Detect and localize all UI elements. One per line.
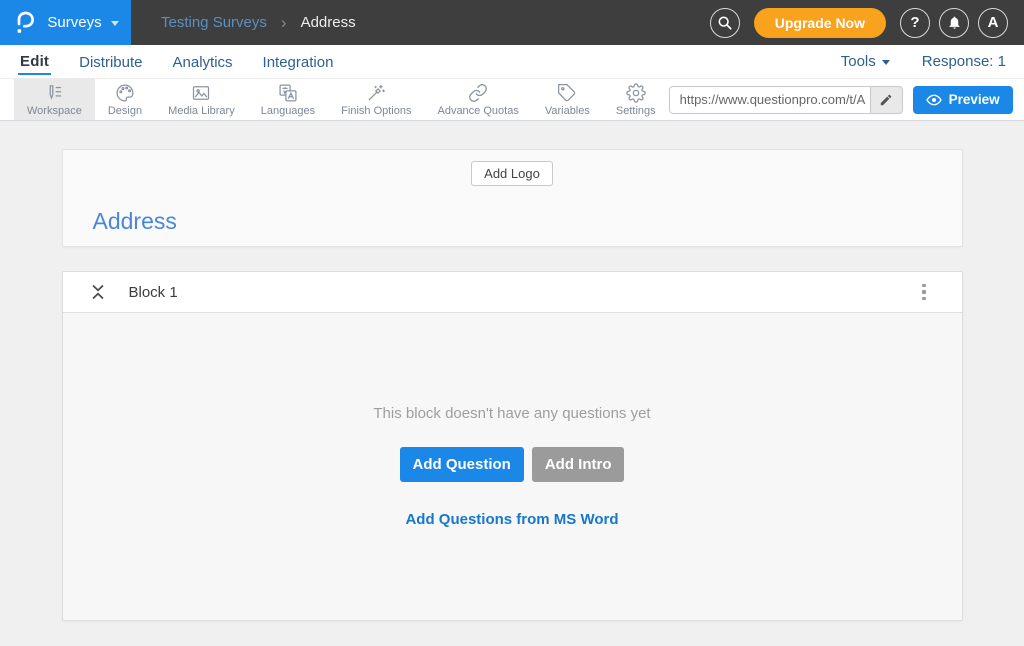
questionpro-survey-editor: Surveys Testing Surveys › Address Upgrad… bbox=[0, 0, 1024, 646]
top-actions: Upgrade Now ? A bbox=[710, 0, 1024, 45]
toolbar-item-label: Design bbox=[108, 105, 142, 117]
toolbar-item-media-library[interactable]: Media Library bbox=[155, 79, 248, 120]
notifications-button[interactable] bbox=[939, 8, 969, 38]
tab-analytics[interactable]: Analytics bbox=[171, 49, 235, 74]
breadcrumb-parent[interactable]: Testing Surveys bbox=[161, 14, 267, 31]
toolbar-item-label: Variables bbox=[545, 105, 590, 117]
toolbar-item-label: Settings bbox=[616, 105, 656, 117]
empty-block-actions: Add Question Add Intro bbox=[400, 447, 625, 482]
collapse-block-button[interactable] bbox=[89, 282, 107, 302]
collapse-icon bbox=[91, 284, 105, 300]
kebab-icon bbox=[922, 284, 926, 288]
toolbar-item-label: Finish Options bbox=[341, 105, 411, 117]
search-icon bbox=[717, 15, 733, 31]
breadcrumb-current: Address bbox=[301, 14, 356, 31]
add-intro-button[interactable]: Add Intro bbox=[532, 447, 625, 482]
block-body: This block doesn't have any questions ye… bbox=[63, 313, 962, 620]
block-title[interactable]: Block 1 bbox=[129, 284, 178, 301]
toolbar-item-settings[interactable]: Settings bbox=[603, 79, 669, 120]
tab-integration[interactable]: Integration bbox=[261, 49, 336, 74]
edit-url-button[interactable] bbox=[870, 86, 903, 114]
toolbar-item-languages[interactable]: Languages bbox=[248, 79, 328, 120]
tab-distribute[interactable]: Distribute bbox=[77, 49, 144, 74]
tab-edit[interactable]: Edit bbox=[18, 48, 51, 75]
add-logo-button[interactable]: Add Logo bbox=[471, 161, 553, 186]
add-questions-from-msword-link[interactable]: Add Questions from MS Word bbox=[405, 511, 618, 528]
editor-toolbar: Workspace Design Media Library bbox=[0, 79, 1024, 121]
toolbar-item-variables[interactable]: Variables bbox=[532, 79, 603, 120]
toolbar-item-finish-options[interactable]: Finish Options bbox=[328, 79, 424, 120]
advance-quotas-icon bbox=[468, 83, 488, 103]
response-count: Response: 1 bbox=[922, 53, 1006, 70]
tools-menu[interactable]: Tools bbox=[841, 53, 890, 70]
finish-options-icon bbox=[366, 83, 386, 103]
main-nav: Edit Distribute Analytics Integration To… bbox=[0, 45, 1024, 79]
add-question-button[interactable]: Add Question bbox=[400, 447, 524, 482]
toolbar-item-label: Workspace bbox=[27, 105, 82, 117]
survey-title[interactable]: Address bbox=[63, 208, 962, 246]
question-mark-icon: ? bbox=[910, 14, 919, 31]
questionpro-logo-icon bbox=[12, 10, 38, 36]
avatar-initial: A bbox=[988, 14, 999, 31]
eye-icon bbox=[926, 92, 942, 108]
breadcrumb: Testing Surveys › Address bbox=[131, 0, 356, 45]
nav-right: Tools Response: 1 bbox=[841, 53, 1006, 70]
upgrade-now-button[interactable]: Upgrade Now bbox=[754, 8, 886, 38]
block-header: Block 1 bbox=[63, 272, 962, 313]
toolbar-item-design[interactable]: Design bbox=[95, 79, 155, 120]
block-card: Block 1 This block doesn't have any ques… bbox=[62, 271, 963, 621]
settings-icon bbox=[626, 83, 646, 103]
preview-label: Preview bbox=[949, 92, 1000, 107]
media-library-icon bbox=[191, 83, 211, 103]
chevron-down-icon bbox=[882, 60, 890, 65]
toolbar-item-label: Languages bbox=[261, 105, 315, 117]
variables-icon bbox=[557, 83, 577, 103]
tools-label: Tools bbox=[841, 53, 876, 70]
empty-block-message: This block doesn't have any questions ye… bbox=[373, 405, 650, 422]
languages-icon bbox=[278, 83, 298, 103]
toolbar-item-workspace[interactable]: Workspace bbox=[14, 79, 95, 120]
product-name: Surveys bbox=[47, 14, 101, 31]
survey-url-input[interactable] bbox=[669, 86, 870, 114]
preview-button[interactable]: Preview bbox=[913, 86, 1013, 114]
pencil-icon bbox=[879, 93, 893, 107]
help-button[interactable]: ? bbox=[900, 8, 930, 38]
top-bar: Surveys Testing Surveys › Address Upgrad… bbox=[0, 0, 1024, 45]
workspace-icon bbox=[44, 83, 64, 103]
survey-url-group bbox=[669, 86, 903, 114]
toolbar-item-advance-quotas[interactable]: Advance Quotas bbox=[424, 79, 531, 120]
toolbar-item-label: Advance Quotas bbox=[437, 105, 518, 117]
product-switcher[interactable]: Surveys bbox=[0, 0, 131, 45]
editor-content: Add Logo Address Block 1 This block does… bbox=[0, 121, 1024, 621]
block-menu-button[interactable] bbox=[916, 280, 932, 305]
bell-icon bbox=[947, 15, 962, 30]
breadcrumb-separator-icon: › bbox=[281, 13, 287, 33]
survey-header-card: Add Logo Address bbox=[62, 149, 963, 247]
chevron-down-icon bbox=[111, 21, 119, 26]
account-avatar[interactable]: A bbox=[978, 8, 1008, 38]
toolbar-item-label: Media Library bbox=[168, 105, 235, 117]
design-icon bbox=[115, 83, 135, 103]
search-button[interactable] bbox=[710, 8, 740, 38]
